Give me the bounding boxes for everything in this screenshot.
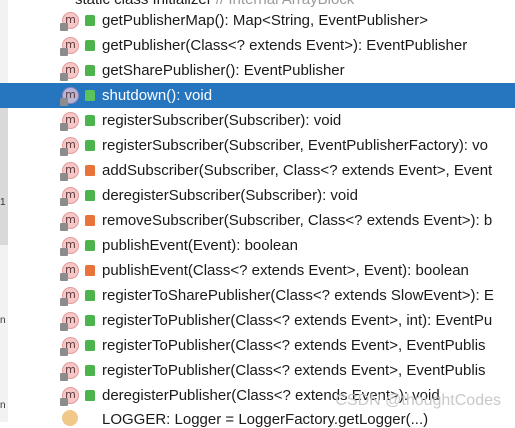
member-label: deregisterSubscriber(Subscriber): void [102,187,358,204]
member-row[interactable]: m addSubscriber(Subscriber, Class<? exten… [0,158,515,183]
public-access-icon [85,365,95,376]
member-label: publishEvent(Event): boolean [102,237,298,254]
member-label: getPublisherMap(): Map<String, EventPubl… [102,12,429,29]
member-label: registerSubscriber(Subscriber): void [102,112,342,129]
public-access-icon [85,390,95,401]
field-logger[interactable]: LOGGER: Logger = LoggerFactory.getLogger… [102,411,428,428]
public-access-icon [85,140,95,151]
public-access-icon [85,340,95,351]
member-label: registerToSharePublisher(Class<? extends… [102,287,494,304]
inherited-lock-icon [60,73,68,81]
class-node-initializer[interactable]: static class Initializer // Internal Arr… [75,0,354,8]
class-node-comment: // Internal ArrayBlock [216,0,354,8]
member-label: getSharePublisher(): EventPublisher [102,62,345,79]
member-label: shutdown(): void [102,87,213,104]
member-row[interactable]: m registerToPublisher(Class<? extends Eve… [0,333,515,358]
inherited-lock-icon [60,98,68,106]
inherited-lock-icon [60,173,68,181]
inherited-lock-icon [60,248,68,256]
inherited-lock-icon [60,348,68,356]
member-label: getPublisher(Class<? extends Event>): Ev… [102,37,468,54]
class-node-label: static class Initializer [75,0,212,8]
inherited-lock-icon [60,123,68,131]
inherited-lock-icon [60,223,68,231]
member-row[interactable]: m publishEvent(Event): boolean [0,233,515,258]
member-row[interactable]: m registerToPublisher(Class<? extends Eve… [0,308,515,333]
public-access-icon [85,315,95,326]
public-access-icon [85,290,95,301]
member-label: removeSubscriber(Subscriber, Class<? ext… [102,212,493,229]
member-label: publishEvent(Class<? extends Event>, Eve… [102,262,469,279]
inherited-lock-icon [60,298,68,306]
member-label: registerToPublisher(Class<? extends Even… [102,312,493,329]
member-row[interactable]: m deregisterSubscriber(Subscriber): void [0,183,515,208]
public-access-icon [85,240,95,251]
member-row[interactable]: m getPublisher(Class<? extends Event>): E… [0,33,515,58]
inherited-lock-icon [60,373,68,381]
inherited-lock-icon [60,23,68,31]
member-label: registerSubscriber(Subscriber, EventPubl… [102,137,488,154]
public-access-icon [85,15,95,26]
public-access-icon [85,90,95,101]
private-access-icon [85,165,95,176]
public-access-icon [85,115,95,126]
member-label: registerToPublisher(Class<? extends Even… [102,362,486,379]
private-access-icon [85,265,95,276]
inherited-lock-icon [60,48,68,56]
member-row[interactable]: m shutdown(): void [0,83,515,108]
private-access-icon [85,215,95,226]
member-row[interactable]: m getSharePublisher(): EventPublisher [0,58,515,83]
inherited-lock-icon [60,398,68,406]
member-row[interactable]: m publishEvent(Class<? extends Event>, Ev… [0,258,515,283]
member-row[interactable]: m removeSubscriber(Subscriber, Class<? ex… [0,208,515,233]
inherited-lock-icon [60,198,68,206]
watermark: CSDN @thoughtCodes [335,392,501,409]
member-row[interactable]: m registerSubscriber(Subscriber, EventPub… [0,133,515,158]
member-row[interactable]: m registerSubscriber(Subscriber): void [0,108,515,133]
public-access-icon [85,65,95,76]
member-label: addSubscriber(Subscriber, Class<? extend… [102,162,493,179]
public-access-icon [85,40,95,51]
member-label: registerToPublisher(Class<? extends Even… [102,337,486,354]
field-icon [62,410,78,426]
inherited-lock-icon [60,273,68,281]
inherited-lock-icon [60,323,68,331]
member-row[interactable]: m registerToPublisher(Class<? extends Eve… [0,358,515,383]
inherited-lock-icon [60,148,68,156]
member-row[interactable]: m registerToSharePublisher(Class<? extend… [0,283,515,308]
public-access-icon [85,190,95,201]
member-row[interactable]: m getPublisherMap(): Map<String, EventPub… [0,8,515,33]
